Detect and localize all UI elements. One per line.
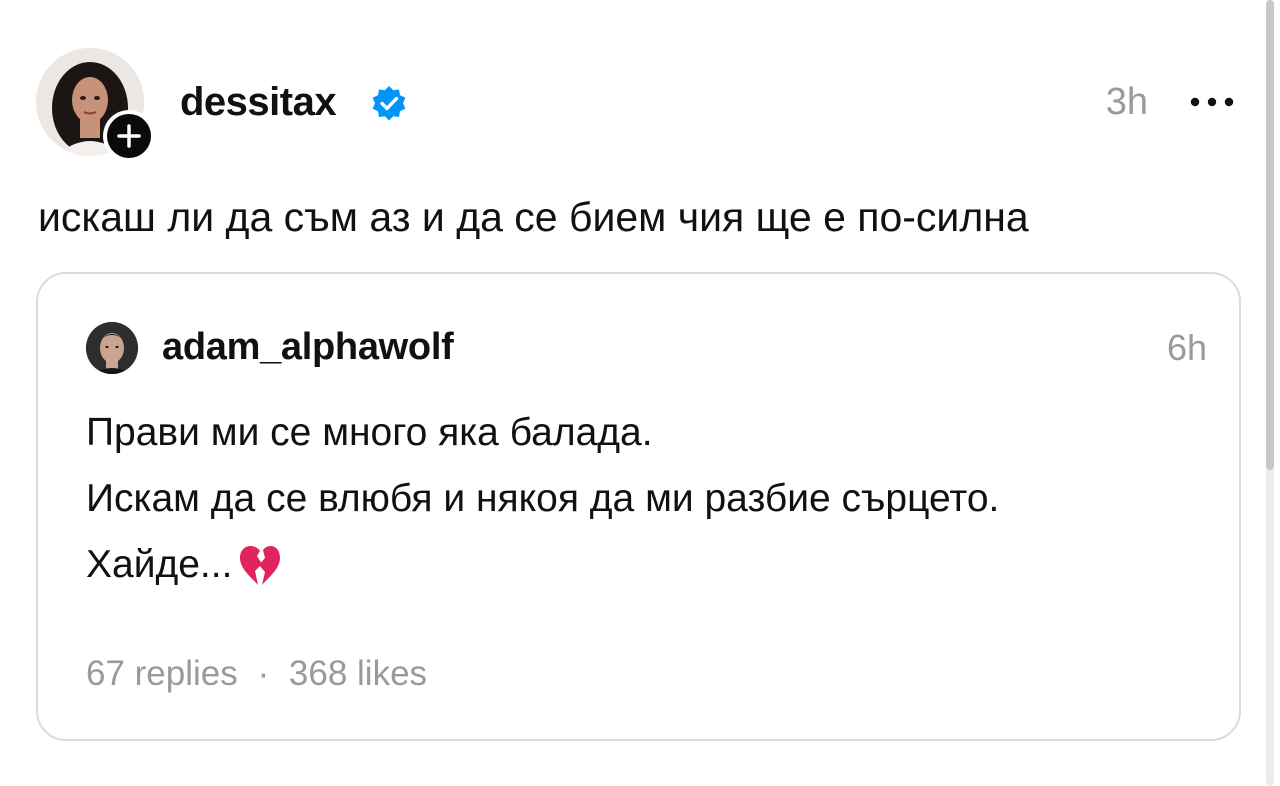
scrollbar[interactable] [1266,0,1274,786]
more-options-icon[interactable] [1188,94,1236,110]
likes-count[interactable]: 368 likes [289,654,427,693]
quoted-author-photo [86,322,138,374]
stats-separator: · [257,654,270,693]
verified-badge-icon [372,86,406,121]
post-text: искаш ли да съм аз и да се бием чия ще е… [38,194,1029,240]
quoted-post-line: Прави ми се много яка балада. [86,411,653,454]
quoted-post-stats: 67 replies · 368 likes [86,652,427,696]
scrollbar-thumb[interactable] [1266,0,1274,470]
follow-button[interactable] [103,110,155,162]
replies-count[interactable]: 67 replies [86,654,238,693]
post-timestamp: 3h [1105,81,1148,123]
broken-heart-icon [240,545,281,585]
quoted-post-timestamp: 6h [1166,327,1207,368]
quoted-author-avatar[interactable] [86,322,138,374]
author-username[interactable]: dessitax [180,78,337,126]
quoted-post-body: Прави ми се много яка балада. Искам да с… [86,400,999,598]
quoted-post-line: Искам да се влюбя и някоя да ми разбие с… [86,477,1000,520]
quoted-author-username[interactable]: adam_alphawolf [162,324,454,370]
quoted-post-last-line: Хайде... [86,532,999,598]
quoted-post-card[interactable]: adam_alphawolf 6h Прави ми се много яка … [36,272,1241,741]
quoted-post-line: Хайде... [86,543,233,586]
plus-icon [117,124,141,148]
